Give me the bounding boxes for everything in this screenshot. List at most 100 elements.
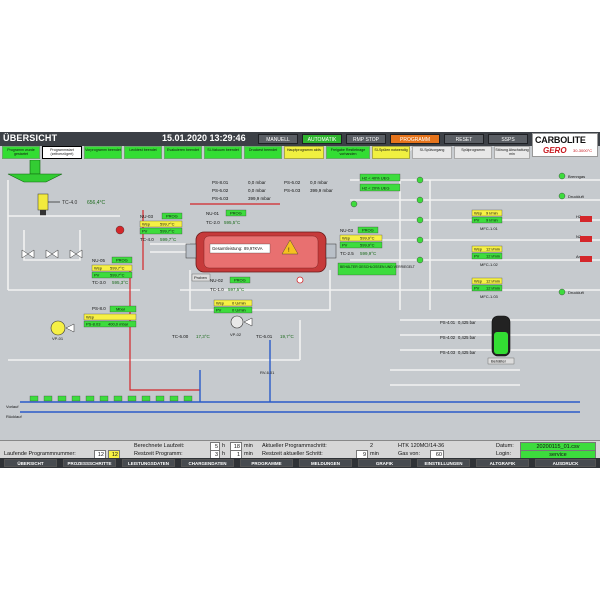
svg-text:Behälter: Behälter bbox=[491, 359, 507, 364]
total-power-label: Gesamtleistung: bbox=[212, 246, 242, 251]
status-info-bar: Laufende Programmnummer: 12 12 Berechnet… bbox=[0, 440, 600, 460]
nav-graphics[interactable]: GRAFIK bbox=[358, 459, 411, 467]
svg-text:0,0 mbar: 0,0 mbar bbox=[248, 180, 266, 185]
svg-text:PS-6.02: PS-6.02 bbox=[284, 180, 301, 185]
svg-text:Druckluft: Druckluft bbox=[568, 194, 585, 199]
svg-text:0 U/min: 0 U/min bbox=[232, 308, 246, 313]
svg-text:Wsp: Wsp bbox=[94, 266, 103, 271]
svg-text:PV: PV bbox=[474, 218, 480, 223]
step-si-purge[interactable]: SI-Spülvorgang bbox=[412, 146, 452, 159]
svg-text:NU-01: NU-01 bbox=[206, 211, 220, 216]
pressure-group-ps8[interactable]: PS-8.0 Mbar Wsp PS-8.03 400,0 mbar bbox=[83, 305, 137, 328]
svg-text:PS-6.03: PS-6.03 bbox=[212, 196, 229, 201]
svg-text:12 l/min: 12 l/min bbox=[486, 254, 500, 259]
tc40-value: 656,4°C bbox=[87, 200, 106, 206]
process-diagram: TC-4.0 656,4°C NU-03 PROG Wsp 599,7°C PV… bbox=[0, 160, 600, 440]
bottom-navigation: ÜBERSICHT PROZESSSCHRITTE LEISTUNGSDATEN… bbox=[0, 458, 600, 468]
tc600-label: TC-6.00 bbox=[172, 334, 189, 339]
nav-batch-data[interactable]: CHARGENDATEN bbox=[181, 459, 234, 467]
svg-text:PV: PV bbox=[94, 273, 100, 278]
svg-text:H2 < 40% UEG: H2 < 40% UEG bbox=[362, 175, 389, 180]
step-preprogram-done[interactable]: Vorprogramm beendet bbox=[84, 146, 122, 159]
svg-text:Brenngas: Brenngas bbox=[568, 174, 585, 179]
step-evacuation-done[interactable]: Evakuieren beendet bbox=[164, 146, 202, 159]
nav-settings[interactable]: EINSTELLUNGEN bbox=[417, 459, 470, 467]
nav-old-graphics[interactable]: ALTGRAFIK bbox=[476, 459, 529, 467]
svg-text:PS-4.01: PS-4.01 bbox=[440, 320, 456, 325]
controller-nu05[interactable]: NU-05 PROG Wsp 599,7°C PV 599,7°C TC-3.0… bbox=[91, 256, 133, 285]
nav-programs[interactable]: PROGRAMME bbox=[240, 459, 293, 467]
step-pressure-test-done[interactable]: Druckest beendet bbox=[244, 146, 282, 159]
scada-screen: ÜBERSICHT 15.01.2020 13:29:46 MANUELL AU… bbox=[0, 132, 600, 468]
svg-text:599,7°C: 599,7°C bbox=[110, 266, 125, 271]
rv-label: RV-6.01 bbox=[260, 370, 275, 375]
nav-print[interactable]: AUSDRUCK bbox=[535, 459, 596, 467]
svg-text:MFC-1.01: MFC-1.01 bbox=[480, 226, 499, 231]
step-fault-shutdown[interactable]: Störung Abschaltung min bbox=[494, 146, 530, 159]
svg-text:Wsp: Wsp bbox=[474, 247, 483, 252]
svg-text:NU-05: NU-05 bbox=[92, 258, 106, 263]
ssps-button[interactable]: SSPS bbox=[488, 134, 528, 144]
svg-text:Wsp: Wsp bbox=[142, 222, 151, 227]
svg-text:TC-1.0: TC-1.0 bbox=[210, 287, 224, 292]
svg-text:PS-8.01: PS-8.01 bbox=[212, 180, 229, 185]
tc600-value: 17,3°C bbox=[196, 334, 211, 339]
reset-button[interactable]: RESET bbox=[444, 134, 484, 144]
svg-text:PV: PV bbox=[216, 308, 222, 313]
svg-text:PROG: PROG bbox=[362, 228, 374, 233]
supply-label: Vorlauf bbox=[6, 404, 19, 409]
step-purge-program[interactable]: Spülprogramm bbox=[454, 146, 492, 159]
svg-text:0 U/min: 0 U/min bbox=[232, 301, 246, 306]
automatic-button[interactable]: AUTOMATIK bbox=[302, 134, 342, 144]
nav-performance-data[interactable]: LEISTUNGSDATEN bbox=[122, 459, 175, 467]
nav-process-steps[interactable]: PROZESSSCHRITTE bbox=[63, 459, 116, 467]
step-leaktest-done[interactable]: Lecktest beendet bbox=[124, 146, 162, 159]
step-si-vacuum-done[interactable]: SI-Vakuum beendet bbox=[204, 146, 242, 159]
date-time: 15.01.2020 13:29:46 bbox=[162, 133, 246, 143]
svg-text:PS-4.03: PS-4.03 bbox=[440, 350, 456, 355]
svg-text:PROG: PROG bbox=[116, 258, 128, 263]
svg-text:595,3°C: 595,3°C bbox=[112, 280, 129, 285]
current-step-value: 2 bbox=[370, 443, 374, 449]
svg-text:TC-2.0: TC-2.0 bbox=[206, 220, 220, 225]
svg-text:Druckluft: Druckluft bbox=[568, 290, 585, 295]
svg-text:0,0 mbar: 0,0 mbar bbox=[310, 180, 328, 185]
svg-text:9 l/min: 9 l/min bbox=[486, 211, 498, 216]
svg-text:599,7°C: 599,7°C bbox=[160, 237, 177, 242]
current-step-label: Aktueller Programmschritt: bbox=[262, 443, 327, 449]
svg-text:9 l/min: 9 l/min bbox=[486, 218, 498, 223]
svg-text:NU-02: NU-02 bbox=[210, 278, 224, 283]
svg-text:12 l/min: 12 l/min bbox=[486, 279, 500, 284]
step-main-program-active[interactable]: Hauptprogramm aktiv bbox=[284, 146, 324, 159]
program-online-button[interactable]: PROGRAMM ONLINE bbox=[390, 134, 440, 153]
svg-text:TC-2.5: TC-2.5 bbox=[340, 251, 354, 256]
svg-text:0,425 bar: 0,425 bar bbox=[458, 350, 476, 355]
svg-text:597,5°C: 597,5°C bbox=[228, 287, 245, 292]
svg-text:PV: PV bbox=[474, 254, 480, 259]
svg-text:599,7°C: 599,7°C bbox=[160, 229, 175, 234]
svg-text:BEHÄLTER GESCHLOSSEN UND VERRI: BEHÄLTER GESCHLOSSEN UND VERRIEGELT bbox=[340, 265, 415, 269]
svg-text:399,9 mbar: 399,9 mbar bbox=[248, 196, 271, 201]
svg-text:12 l/min: 12 l/min bbox=[486, 286, 500, 291]
manual-button[interactable]: MANUELL bbox=[258, 134, 298, 144]
step-program-start-delayed[interactable]: Programmstart (zeitverzögert) bbox=[42, 146, 82, 159]
nav-overview[interactable]: ÜBERSICHT bbox=[4, 459, 57, 467]
svg-text:PS-8.0: PS-8.0 bbox=[92, 306, 106, 311]
step-si-purge-needed[interactable]: SI-Spülen notwendig bbox=[372, 146, 410, 159]
tc601-value: 19,7°C bbox=[280, 334, 295, 339]
step-program-started[interactable]: Programm wurde gestartet bbox=[2, 146, 40, 159]
total-power-value: 89,97KVA bbox=[244, 246, 263, 251]
svg-text:VP-01: VP-01 bbox=[52, 336, 64, 341]
nav-messages[interactable]: MELDUNGEN bbox=[299, 459, 352, 467]
calc-runtime-label: Berechnete Laufzeit: bbox=[134, 443, 185, 449]
samples-label: Proben bbox=[194, 275, 207, 280]
svg-text:Wsp: Wsp bbox=[86, 315, 95, 320]
login-label: Login: bbox=[496, 451, 511, 457]
step-release-available[interactable]: Freigabe Restlebrage vorhanden bbox=[326, 146, 370, 159]
svg-text:595,5°C: 595,5°C bbox=[224, 220, 241, 225]
ramp-stop-button[interactable]: RMP STOP bbox=[346, 134, 386, 144]
furnace-vessel[interactable]: Gesamtleistung: 89,97KVA ! bbox=[185, 231, 337, 273]
svg-text:0,0 mbar: 0,0 mbar bbox=[248, 188, 266, 193]
page-title: ÜBERSICHT bbox=[3, 133, 58, 143]
process-steps-bar: Programm wurde gestartet Programmstart (… bbox=[0, 146, 532, 160]
